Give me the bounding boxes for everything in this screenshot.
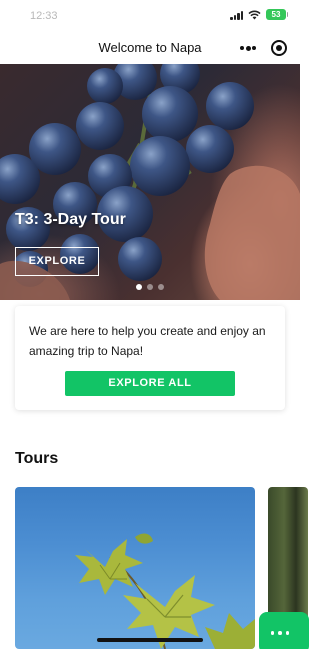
target-icon[interactable]	[271, 40, 287, 56]
more-dots-icon[interactable]	[240, 42, 256, 54]
hero-title: T3: 3-Day Tour	[15, 211, 126, 228]
home-indicator	[97, 638, 203, 642]
carousel-dot[interactable]	[147, 284, 153, 290]
carousel-dot[interactable]	[158, 284, 164, 290]
hero-carousel[interactable]: T3: 3-Day Tour EXPLORE	[0, 64, 300, 300]
carousel-dot[interactable]	[136, 284, 142, 290]
wifi-icon	[248, 10, 261, 20]
status-bar: 12:33 53	[0, 0, 300, 32]
explore-all-button[interactable]: EXPLORE ALL	[65, 371, 235, 396]
status-time: 12:33	[30, 10, 58, 22]
battery-icon: 53	[266, 9, 288, 20]
carousel-dots	[0, 284, 300, 290]
tours-section-title: Tours	[15, 450, 59, 467]
intro-text: We are here to help you create and enjoy…	[29, 324, 266, 358]
chat-dot-icon	[285, 631, 290, 635]
intro-card: We are here to help you create and enjoy…	[15, 306, 285, 410]
chat-dot-icon	[278, 631, 282, 635]
status-icons: 53	[230, 9, 288, 20]
chat-dot-icon	[270, 631, 275, 635]
chat-button[interactable]	[259, 612, 309, 649]
nav-bar: Welcome to Napa	[0, 32, 300, 64]
vine-leaf-image	[75, 533, 255, 649]
signal-icon	[230, 10, 243, 20]
tour-card[interactable]	[15, 487, 255, 649]
explore-button[interactable]: EXPLORE	[15, 247, 99, 276]
